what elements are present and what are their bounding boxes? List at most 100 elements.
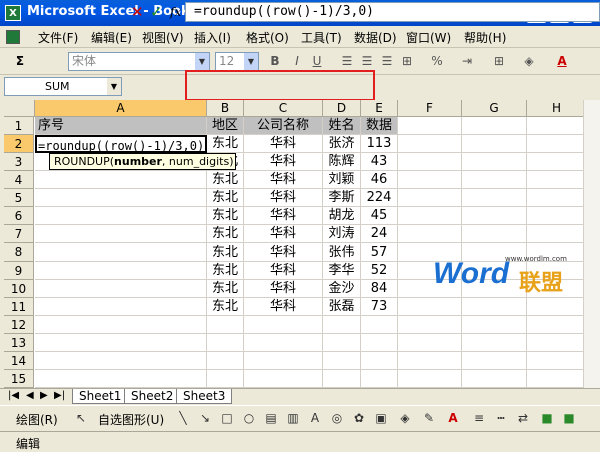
borders-icon[interactable]: ⊞ — [490, 53, 508, 70]
dash-style-icon[interactable]: ┅ — [494, 411, 508, 425]
table-cell[interactable]: 东北 — [207, 262, 244, 280]
table-cell[interactable] — [398, 225, 462, 243]
diagram-icon[interactable]: ◎ — [330, 411, 344, 425]
row-header[interactable]: 4 — [4, 171, 34, 189]
table-cell[interactable] — [527, 334, 587, 352]
table-cell[interactable] — [398, 370, 462, 388]
percent-icon[interactable]: % — [428, 53, 446, 70]
wordart-icon[interactable]: A — [308, 411, 322, 425]
table-cell[interactable] — [462, 298, 527, 316]
sheet-tab-3[interactable]: Sheet3 — [176, 389, 233, 404]
fill-color-icon[interactable]: ◈ — [520, 53, 538, 70]
table-cell[interactable] — [462, 316, 527, 334]
table-cell[interactable]: 84 — [361, 280, 398, 298]
table-cell[interactable]: 公司名称 — [244, 117, 323, 135]
table-cell[interactable] — [527, 171, 587, 189]
table-cell[interactable]: 胡龙 — [323, 207, 361, 225]
row-header[interactable]: 15 — [4, 370, 34, 388]
enter-icon[interactable]: ✓ — [150, 3, 163, 21]
table-cell[interactable] — [527, 298, 587, 316]
name-box[interactable]: SUM ▼ — [4, 77, 122, 96]
font-color-icon[interactable]: A — [446, 411, 460, 425]
table-cell[interactable] — [35, 171, 207, 189]
table-cell[interactable] — [527, 352, 587, 370]
table-cell[interactable] — [35, 225, 207, 243]
row-header[interactable]: 5 — [4, 189, 34, 207]
shadow-icon[interactable]: ■ — [540, 411, 554, 425]
table-cell[interactable] — [398, 135, 462, 153]
table-cell[interactable] — [398, 352, 462, 370]
table-cell[interactable]: 东北 — [207, 189, 244, 207]
menu-data[interactable]: 数据(D) — [354, 29, 397, 46]
table-cell[interactable] — [527, 370, 587, 388]
font-name-combo[interactable]: 宋体 ▼ — [68, 52, 210, 71]
table-cell[interactable] — [462, 153, 527, 171]
table-cell[interactable]: 华科 — [244, 243, 323, 262]
table-cell[interactable] — [35, 298, 207, 316]
vertical-scrollbar[interactable] — [583, 100, 600, 388]
table-cell[interactable] — [398, 207, 462, 225]
table-cell[interactable]: 李斯 — [323, 189, 361, 207]
table-cell[interactable] — [527, 316, 587, 334]
table-cell[interactable]: 东北 — [207, 280, 244, 298]
table-cell[interactable] — [398, 117, 462, 135]
row-header[interactable]: 6 — [4, 207, 34, 225]
column-header-a[interactable]: A — [35, 100, 207, 117]
menu-window[interactable]: 窗口(W) — [406, 29, 451, 46]
table-cell[interactable]: 华科 — [244, 153, 323, 171]
autosum-button[interactable]: Σ — [10, 53, 30, 70]
align-center-icon[interactable]: ☰ — [358, 53, 376, 70]
table-cell[interactable] — [462, 117, 527, 135]
table-cell[interactable] — [35, 262, 207, 280]
table-cell[interactable] — [462, 370, 527, 388]
table-cell[interactable]: 华科 — [244, 225, 323, 243]
table-cell[interactable] — [323, 316, 361, 334]
table-cell[interactable] — [527, 207, 587, 225]
table-cell[interactable] — [35, 243, 207, 262]
table-cell[interactable] — [527, 189, 587, 207]
table-cell[interactable]: 刘颖 — [323, 171, 361, 189]
font-size-combo[interactable]: 12 ▼ — [215, 52, 259, 71]
table-cell[interactable] — [207, 334, 244, 352]
table-cell[interactable]: 73 — [361, 298, 398, 316]
table-cell[interactable] — [398, 298, 462, 316]
table-cell[interactable] — [35, 189, 207, 207]
column-header-d[interactable]: D — [323, 100, 361, 117]
textbox-icon[interactable]: ▤ — [264, 411, 278, 425]
table-cell[interactable] — [527, 153, 587, 171]
table-cell[interactable] — [207, 316, 244, 334]
table-cell[interactable] — [462, 171, 527, 189]
table-cell[interactable]: 华科 — [244, 298, 323, 316]
table-cell[interactable]: 华科 — [244, 189, 323, 207]
next-sheet-icon[interactable]: ▶ — [40, 390, 48, 401]
row-header[interactable]: 9 — [4, 262, 34, 280]
table-cell[interactable]: 东北 — [207, 225, 244, 243]
column-header-f[interactable]: F — [398, 100, 462, 117]
merge-center-icon[interactable]: ⊞ — [398, 53, 416, 70]
table-cell[interactable]: 地区 — [207, 117, 244, 135]
menu-view[interactable]: 视图(V) — [142, 29, 184, 46]
table-cell[interactable]: 东北 — [207, 207, 244, 225]
table-cell[interactable]: 113 — [361, 135, 398, 153]
table-cell[interactable]: 45 — [361, 207, 398, 225]
table-cell[interactable] — [35, 280, 207, 298]
table-cell[interactable]: 华科 — [244, 135, 323, 153]
column-header-b[interactable]: B — [207, 100, 244, 117]
table-cell[interactable]: 46 — [361, 171, 398, 189]
row-header[interactable]: 7 — [4, 225, 34, 243]
align-right-icon[interactable]: ☰ — [378, 53, 396, 70]
table-cell[interactable] — [207, 370, 244, 388]
sheet-tab-1[interactable]: Sheet1 — [72, 389, 129, 404]
table-cell[interactable] — [244, 316, 323, 334]
select-all-corner[interactable] — [4, 100, 35, 117]
table-cell[interactable] — [35, 334, 207, 352]
table-cell[interactable] — [361, 334, 398, 352]
menu-tools[interactable]: 工具(T) — [301, 29, 342, 46]
column-header-c[interactable]: C — [244, 100, 323, 117]
table-cell[interactable] — [527, 225, 587, 243]
worksheet-grid[interactable]: A B C D E F G H 1 序号 地区 公司名称 姓名 数据 2 =roundup((… — [4, 100, 600, 388]
table-cell[interactable] — [462, 189, 527, 207]
table-cell[interactable]: 张磊 — [323, 298, 361, 316]
table-cell[interactable] — [398, 334, 462, 352]
table-cell[interactable]: 张伟 — [323, 243, 361, 262]
